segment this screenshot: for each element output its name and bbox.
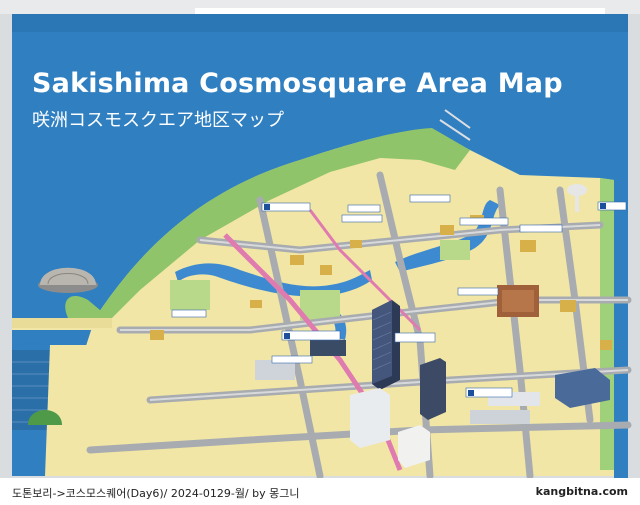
photo-caption-bar: 도톤보리->코스모스퀘어(Day6)/ 2024-0129-월/ by 몽그니 … [0, 478, 640, 505]
area-map-board: Sakishima Cosmosquare Area Map 咲洲コスモスクエア… [0, 0, 640, 478]
cosmo-tower [372, 300, 400, 390]
site-watermark[interactable]: kangbitna.com [536, 485, 628, 498]
caption-text: 도톤보리->코스모스퀘어(Day6)/ 2024-0129-월/ by 몽그니 [12, 487, 300, 500]
map-title-english: Sakishima Cosmosquare Area Map [32, 68, 563, 99]
map-title-japanese: 咲洲コスモスクエア地区マップ [32, 110, 284, 131]
photo-frame: Sakishima Cosmosquare Area Map 咲洲コスモスクエア… [0, 0, 640, 505]
